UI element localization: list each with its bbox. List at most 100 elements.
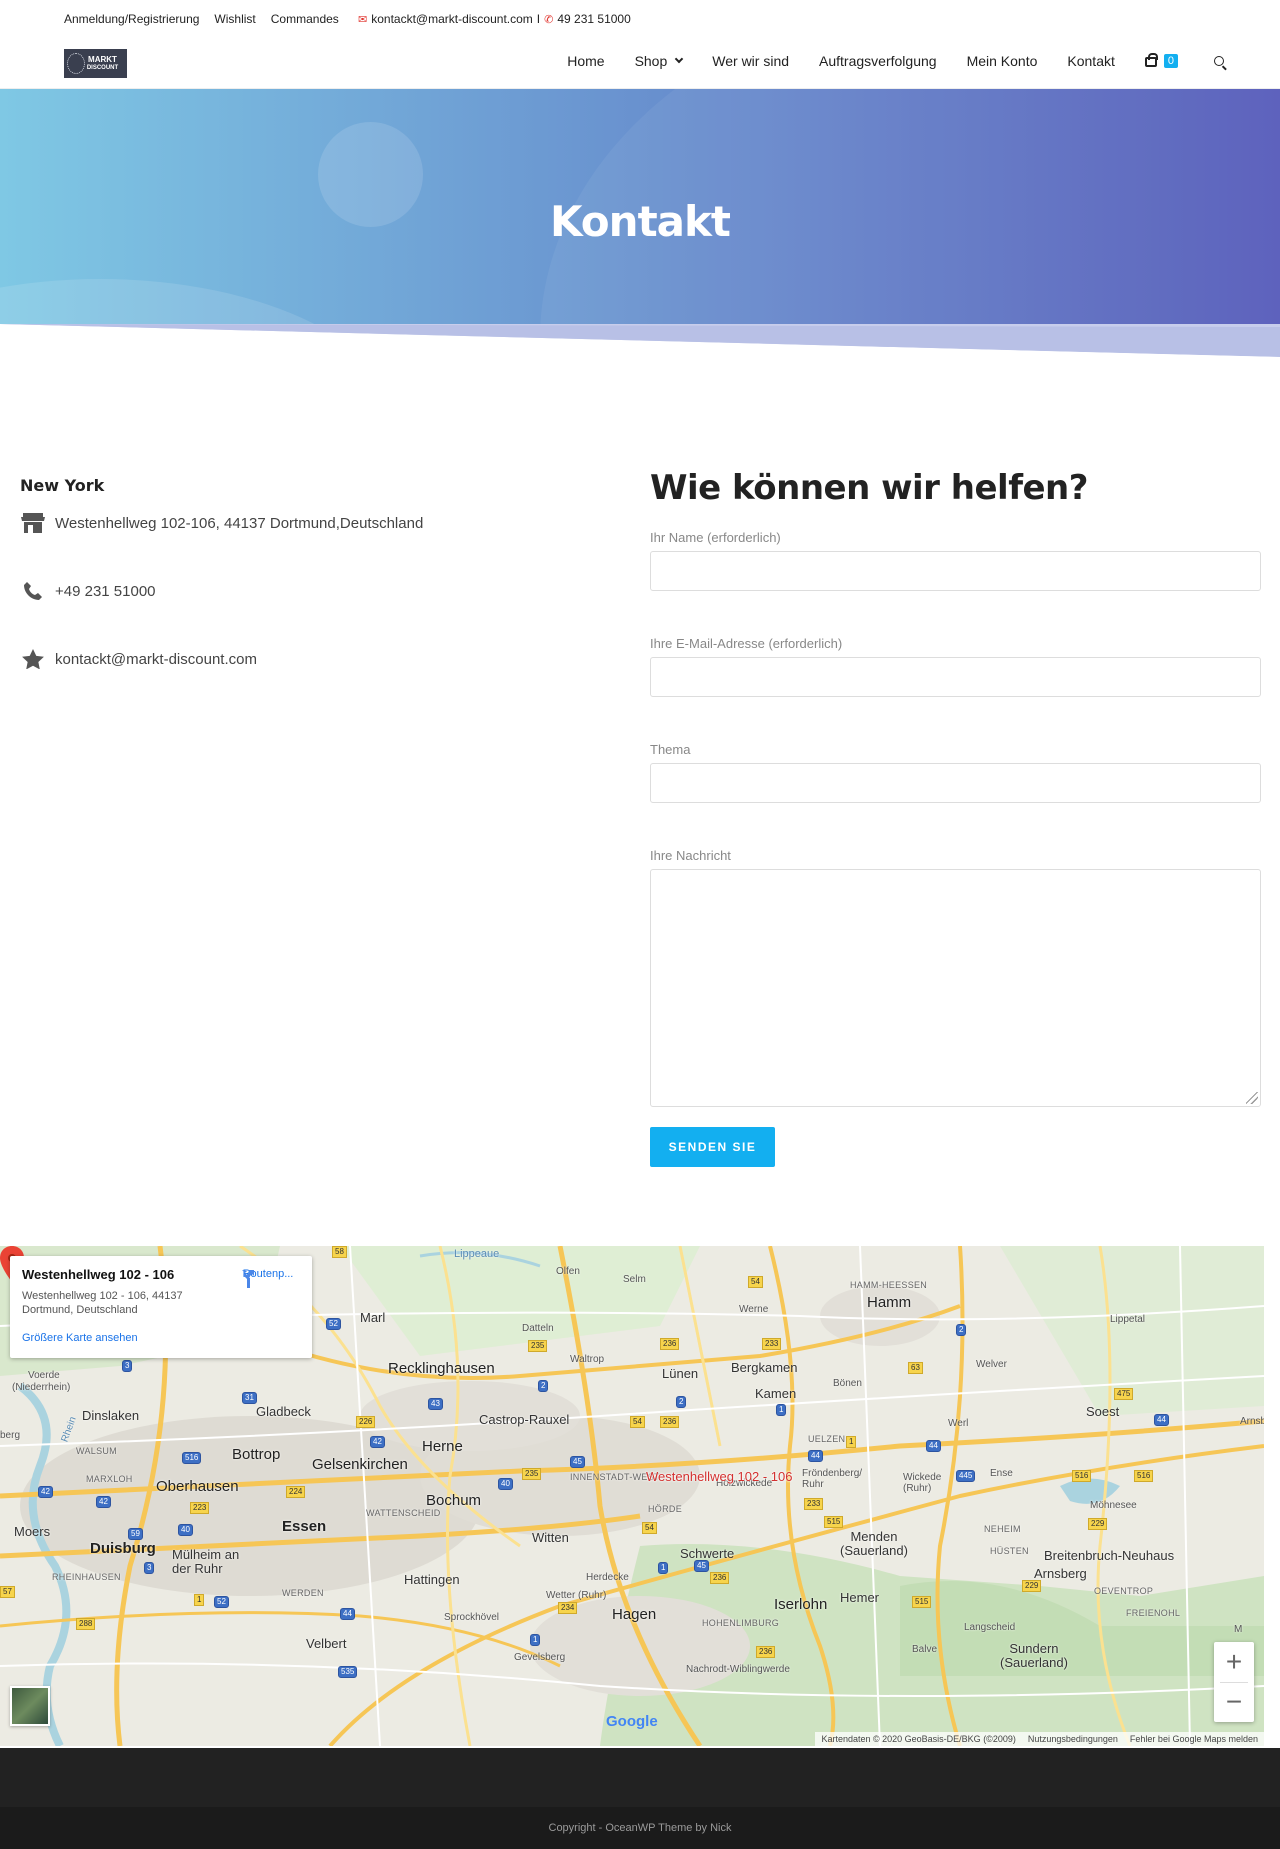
- map-label: HOHENLIMBURG: [702, 1618, 780, 1628]
- map-label: Gevelsberg: [514, 1652, 566, 1663]
- map-label: Oberhausen: [156, 1478, 239, 1495]
- map-label: Nachrodt-Wiblingwerde: [686, 1664, 790, 1675]
- google-map[interactable]: Lippeaue Olfen Selm HAMM-HEESSEN Hamm We…: [0, 1246, 1264, 1746]
- star-icon: [20, 648, 46, 670]
- map-label: Velbert: [306, 1636, 347, 1651]
- map-card-address: Westenhellweg 102 - 106, 44137 Dortmund,…: [22, 1290, 183, 1316]
- page-title: Kontakt: [550, 197, 731, 246]
- map-label: Bergkamen: [731, 1360, 798, 1375]
- map-label: Herne: [422, 1438, 463, 1455]
- subject-input[interactable]: [650, 763, 1261, 803]
- zoom-in-button[interactable]: +: [1214, 1642, 1254, 1682]
- map-info-card: Westenhellweg 102 - 106 Westenhellweg 10…: [10, 1256, 312, 1358]
- map-label: Olfen: [556, 1266, 580, 1277]
- site-logo[interactable]: MARKT DISCOUNT: [64, 49, 127, 78]
- map-zoom-controls: + −: [1214, 1642, 1254, 1722]
- map-label: WALSUM: [76, 1446, 117, 1456]
- top-contact: ✉ kontackt@markt-discount.com I ✆ 49 231…: [358, 12, 631, 26]
- map-label: Werne: [739, 1304, 769, 1315]
- nav-shop[interactable]: Shop: [634, 53, 684, 69]
- submit-button[interactable]: SENDEN SIE: [650, 1127, 775, 1167]
- map-label: Recklinghausen: [388, 1360, 495, 1377]
- nav-account[interactable]: Mein Konto: [967, 53, 1038, 69]
- contact-form: Wie können wir helfen? Ihr Name (erforde…: [650, 468, 1262, 1167]
- nav-tracking[interactable]: Auftragsverfolgung: [819, 53, 937, 69]
- message-textarea[interactable]: [650, 869, 1261, 1107]
- phone-link[interactable]: +49 231 51000: [55, 583, 156, 600]
- form-heading: Wie können wir helfen?: [650, 468, 1089, 508]
- map-label: Gelsenkirchen: [312, 1456, 408, 1473]
- map-label: Essen: [282, 1518, 327, 1535]
- map-label: Arnsb: [1240, 1416, 1264, 1427]
- cart-count-badge: 0: [1163, 54, 1178, 68]
- page-hero: Kontakt: [0, 89, 1280, 357]
- map-label: Gladbeck: [256, 1404, 311, 1419]
- resize-grip-icon[interactable]: [1246, 1092, 1258, 1104]
- store-icon: [20, 512, 46, 534]
- map-label: NEHEIM: [984, 1524, 1021, 1534]
- map-label: WERDEN: [282, 1588, 324, 1598]
- map-label: Hagen: [612, 1606, 657, 1623]
- email-row: kontackt@markt-discount.com: [20, 648, 580, 670]
- phone-icon: [20, 580, 46, 602]
- chevron-down-icon: [675, 54, 684, 64]
- wishlist-link[interactable]: Wishlist: [214, 12, 255, 26]
- map-label: Duisburg: [90, 1540, 156, 1557]
- map-attribution: Kartendaten © 2020 GeoBasis-DE/BKG (©200…: [815, 1732, 1264, 1746]
- main-nav: Home Shop Wer wir sind Auftragsverfolgun…: [537, 53, 1224, 69]
- map-label: Mülheim an der Ruhr: [172, 1547, 240, 1576]
- map-data-credit: Kartendaten © 2020 GeoBasis-DE/BKG (©200…: [821, 1734, 1016, 1744]
- map-label: HAMM-HEESSEN: [850, 1280, 928, 1290]
- directions-button[interactable]: Routenp...: [238, 1268, 298, 1288]
- address-row: Westenhellweg 102-106, 44137 Dortmund,De…: [20, 512, 580, 534]
- map-label: Hemer: [840, 1590, 880, 1605]
- name-input[interactable]: [650, 551, 1261, 591]
- email-link[interactable]: kontackt@markt-discount.com: [55, 651, 257, 668]
- terms-link[interactable]: Nutzungsbedingungen: [1028, 1734, 1118, 1744]
- map-label: Kamen: [755, 1386, 797, 1401]
- message-label: Ihre Nachricht: [650, 848, 731, 863]
- map-label: UELZEN: [808, 1434, 846, 1444]
- pin-label: Westenhellweg 102 - 106: [646, 1469, 793, 1484]
- map-label: berg: [0, 1430, 21, 1441]
- logo-line2: DISCOUNT: [86, 64, 119, 71]
- map-label: Fröndenberg/ Ruhr: [802, 1468, 863, 1490]
- map-label: Bottrop: [232, 1446, 281, 1463]
- top-separator: I: [536, 12, 541, 26]
- map-label: Witten: [532, 1530, 569, 1545]
- cart-button[interactable]: 0: [1144, 53, 1178, 68]
- map-label: Bönen: [833, 1378, 862, 1389]
- satellite-toggle[interactable]: [10, 1686, 50, 1726]
- shopping-bag-icon: [1144, 53, 1158, 67]
- map-label: FREIENOHL: [1126, 1608, 1181, 1618]
- map-label: Bochum: [426, 1492, 482, 1509]
- directions-icon: [242, 1270, 254, 1288]
- map-label: Waltrop: [570, 1354, 605, 1365]
- top-links: Anmeldung/Registrierung Wishlist Command…: [64, 12, 339, 26]
- zoom-out-button[interactable]: −: [1214, 1682, 1254, 1722]
- report-error-link[interactable]: Fehler bei Google Maps melden: [1130, 1734, 1258, 1744]
- nav-shop-label: Shop: [634, 53, 668, 69]
- top-email-link[interactable]: kontackt@markt-discount.com: [371, 12, 533, 26]
- map-card-title: Westenhellweg 102 - 106: [22, 1267, 175, 1282]
- map-label: Voerde: [28, 1370, 60, 1381]
- map-label: Wickede (Ruhr): [903, 1472, 942, 1494]
- logo-line1: MARKT: [88, 54, 117, 64]
- larger-map-link[interactable]: Größere Karte ansehen: [22, 1332, 138, 1344]
- name-label: Ihr Name (erforderlich): [650, 530, 781, 545]
- subject-label: Thema: [650, 742, 691, 757]
- nav-contact[interactable]: Kontakt: [1067, 53, 1114, 69]
- top-phone-link[interactable]: 49 231 51000: [557, 12, 630, 26]
- search-button[interactable]: [1208, 56, 1224, 66]
- nav-about[interactable]: Wer wir sind: [712, 53, 789, 69]
- login-register-link[interactable]: Anmeldung/Registrierung: [64, 12, 199, 26]
- orders-link[interactable]: Commandes: [271, 12, 339, 26]
- phone-icon: ✆: [544, 13, 554, 26]
- nav-home[interactable]: Home: [567, 53, 604, 69]
- email-input[interactable]: [650, 657, 1261, 697]
- map-label: WATTENSCHEID: [366, 1508, 441, 1518]
- map-label: Sprockhövel: [444, 1612, 500, 1623]
- map-label: Moers: [14, 1524, 51, 1539]
- map-label: Lippetal: [1110, 1314, 1146, 1325]
- main-header: MARKT DISCOUNT Home Shop Wer wir sind Au…: [0, 36, 1280, 89]
